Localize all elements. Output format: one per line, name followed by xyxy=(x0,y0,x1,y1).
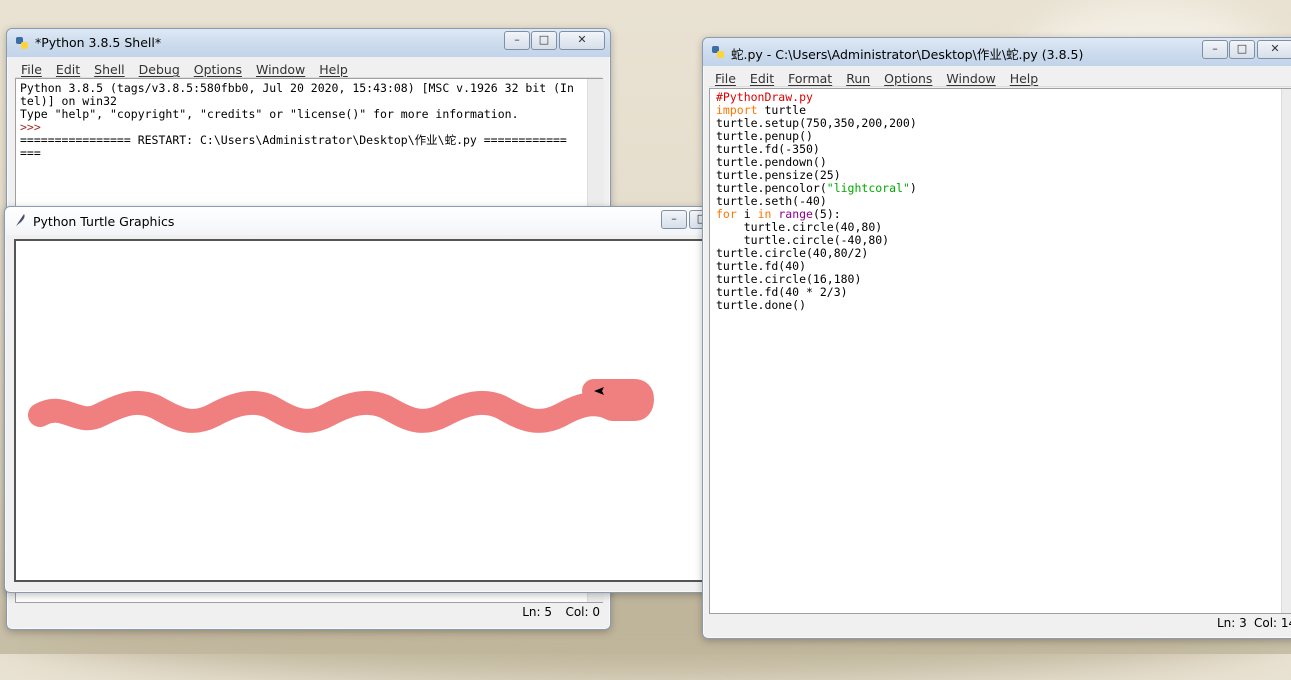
menu-shell[interactable]: Shell xyxy=(94,62,125,77)
feather-icon xyxy=(16,214,25,226)
turtle-titlebar[interactable]: Python Turtle Graphics – □ xyxy=(5,207,715,235)
close-icon: ✕ xyxy=(1270,42,1280,55)
python-file-icon xyxy=(712,46,724,58)
shell-restart-line: ================ RESTART: C:\Users\Admin… xyxy=(20,133,567,147)
column-number: Col: 0 xyxy=(565,605,600,619)
shell-line: Type "help", "copyright", "credits" or "… xyxy=(20,107,519,121)
close-button[interactable]: ✕ xyxy=(1257,40,1291,59)
python-icon xyxy=(16,37,28,49)
turtle-canvas[interactable] xyxy=(14,239,710,582)
editor-statusbar: Ln: 3 Col: 14 xyxy=(709,616,1291,634)
menu-window[interactable]: Window xyxy=(946,71,995,86)
shell-restart-line-cont: === xyxy=(20,146,41,160)
editor-title: 蛇.py - C:\Users\Administrator\Desktop\作业… xyxy=(731,47,1084,62)
shell-statusbar: Ln: 5 Col: 0 xyxy=(15,605,602,623)
code-editor[interactable]: #PythonDraw.py import turtle turtle.setu… xyxy=(709,88,1291,614)
close-button[interactable]: ✕ xyxy=(559,31,605,50)
minimize-icon: – xyxy=(514,33,520,46)
turtle-window: Python Turtle Graphics – □ xyxy=(4,206,715,593)
minimize-button[interactable]: – xyxy=(504,31,530,50)
menu-debug[interactable]: Debug xyxy=(139,62,180,77)
minimize-icon: – xyxy=(1212,42,1218,55)
column-number: Col: 14 xyxy=(1254,616,1291,630)
menu-file[interactable]: File xyxy=(21,62,42,77)
maximize-icon: □ xyxy=(1236,42,1248,55)
menu-edit[interactable]: Edit xyxy=(750,71,774,86)
editor-menubar: File Edit Format Run Options Window Help xyxy=(709,68,1291,87)
minimize-button[interactable]: – xyxy=(661,210,687,229)
menu-file[interactable]: File xyxy=(715,71,736,86)
menu-format[interactable]: Format xyxy=(788,71,832,86)
menu-help[interactable]: Help xyxy=(1010,71,1039,86)
line-number: Ln: 3 xyxy=(1217,616,1247,630)
turtle-title: Python Turtle Graphics xyxy=(33,214,175,229)
shell-titlebar[interactable]: *Python 3.8.5 Shell* – □ ✕ xyxy=(7,29,610,57)
shell-title: *Python 3.8.5 Shell* xyxy=(35,35,162,50)
minimize-icon: – xyxy=(671,212,677,225)
turtle-drawing xyxy=(28,379,654,433)
maximize-icon: □ xyxy=(538,33,550,46)
code-line: turtle.done() xyxy=(716,298,807,312)
editor-window: 蛇.py - C:\Users\Administrator\Desktop\作业… xyxy=(702,37,1291,639)
editor-scrollbar[interactable] xyxy=(1281,89,1291,613)
menu-window[interactable]: Window xyxy=(256,62,305,77)
maximize-button[interactable]: □ xyxy=(531,31,557,50)
snake-body xyxy=(28,379,654,433)
minimize-button[interactable]: – xyxy=(1202,40,1228,59)
menu-run[interactable]: Run xyxy=(846,71,870,86)
maximize-button[interactable]: □ xyxy=(1229,40,1255,59)
menu-help[interactable]: Help xyxy=(319,62,348,77)
shell-menubar: File Edit Shell Debug Options Window Help xyxy=(15,59,602,78)
editor-titlebar[interactable]: 蛇.py - C:\Users\Administrator\Desktop\作业… xyxy=(703,38,1291,66)
menu-options[interactable]: Options xyxy=(194,62,242,77)
close-icon: ✕ xyxy=(577,33,587,46)
line-number: Ln: 5 xyxy=(522,605,552,619)
menu-options[interactable]: Options xyxy=(884,71,932,86)
menu-edit[interactable]: Edit xyxy=(56,62,80,77)
